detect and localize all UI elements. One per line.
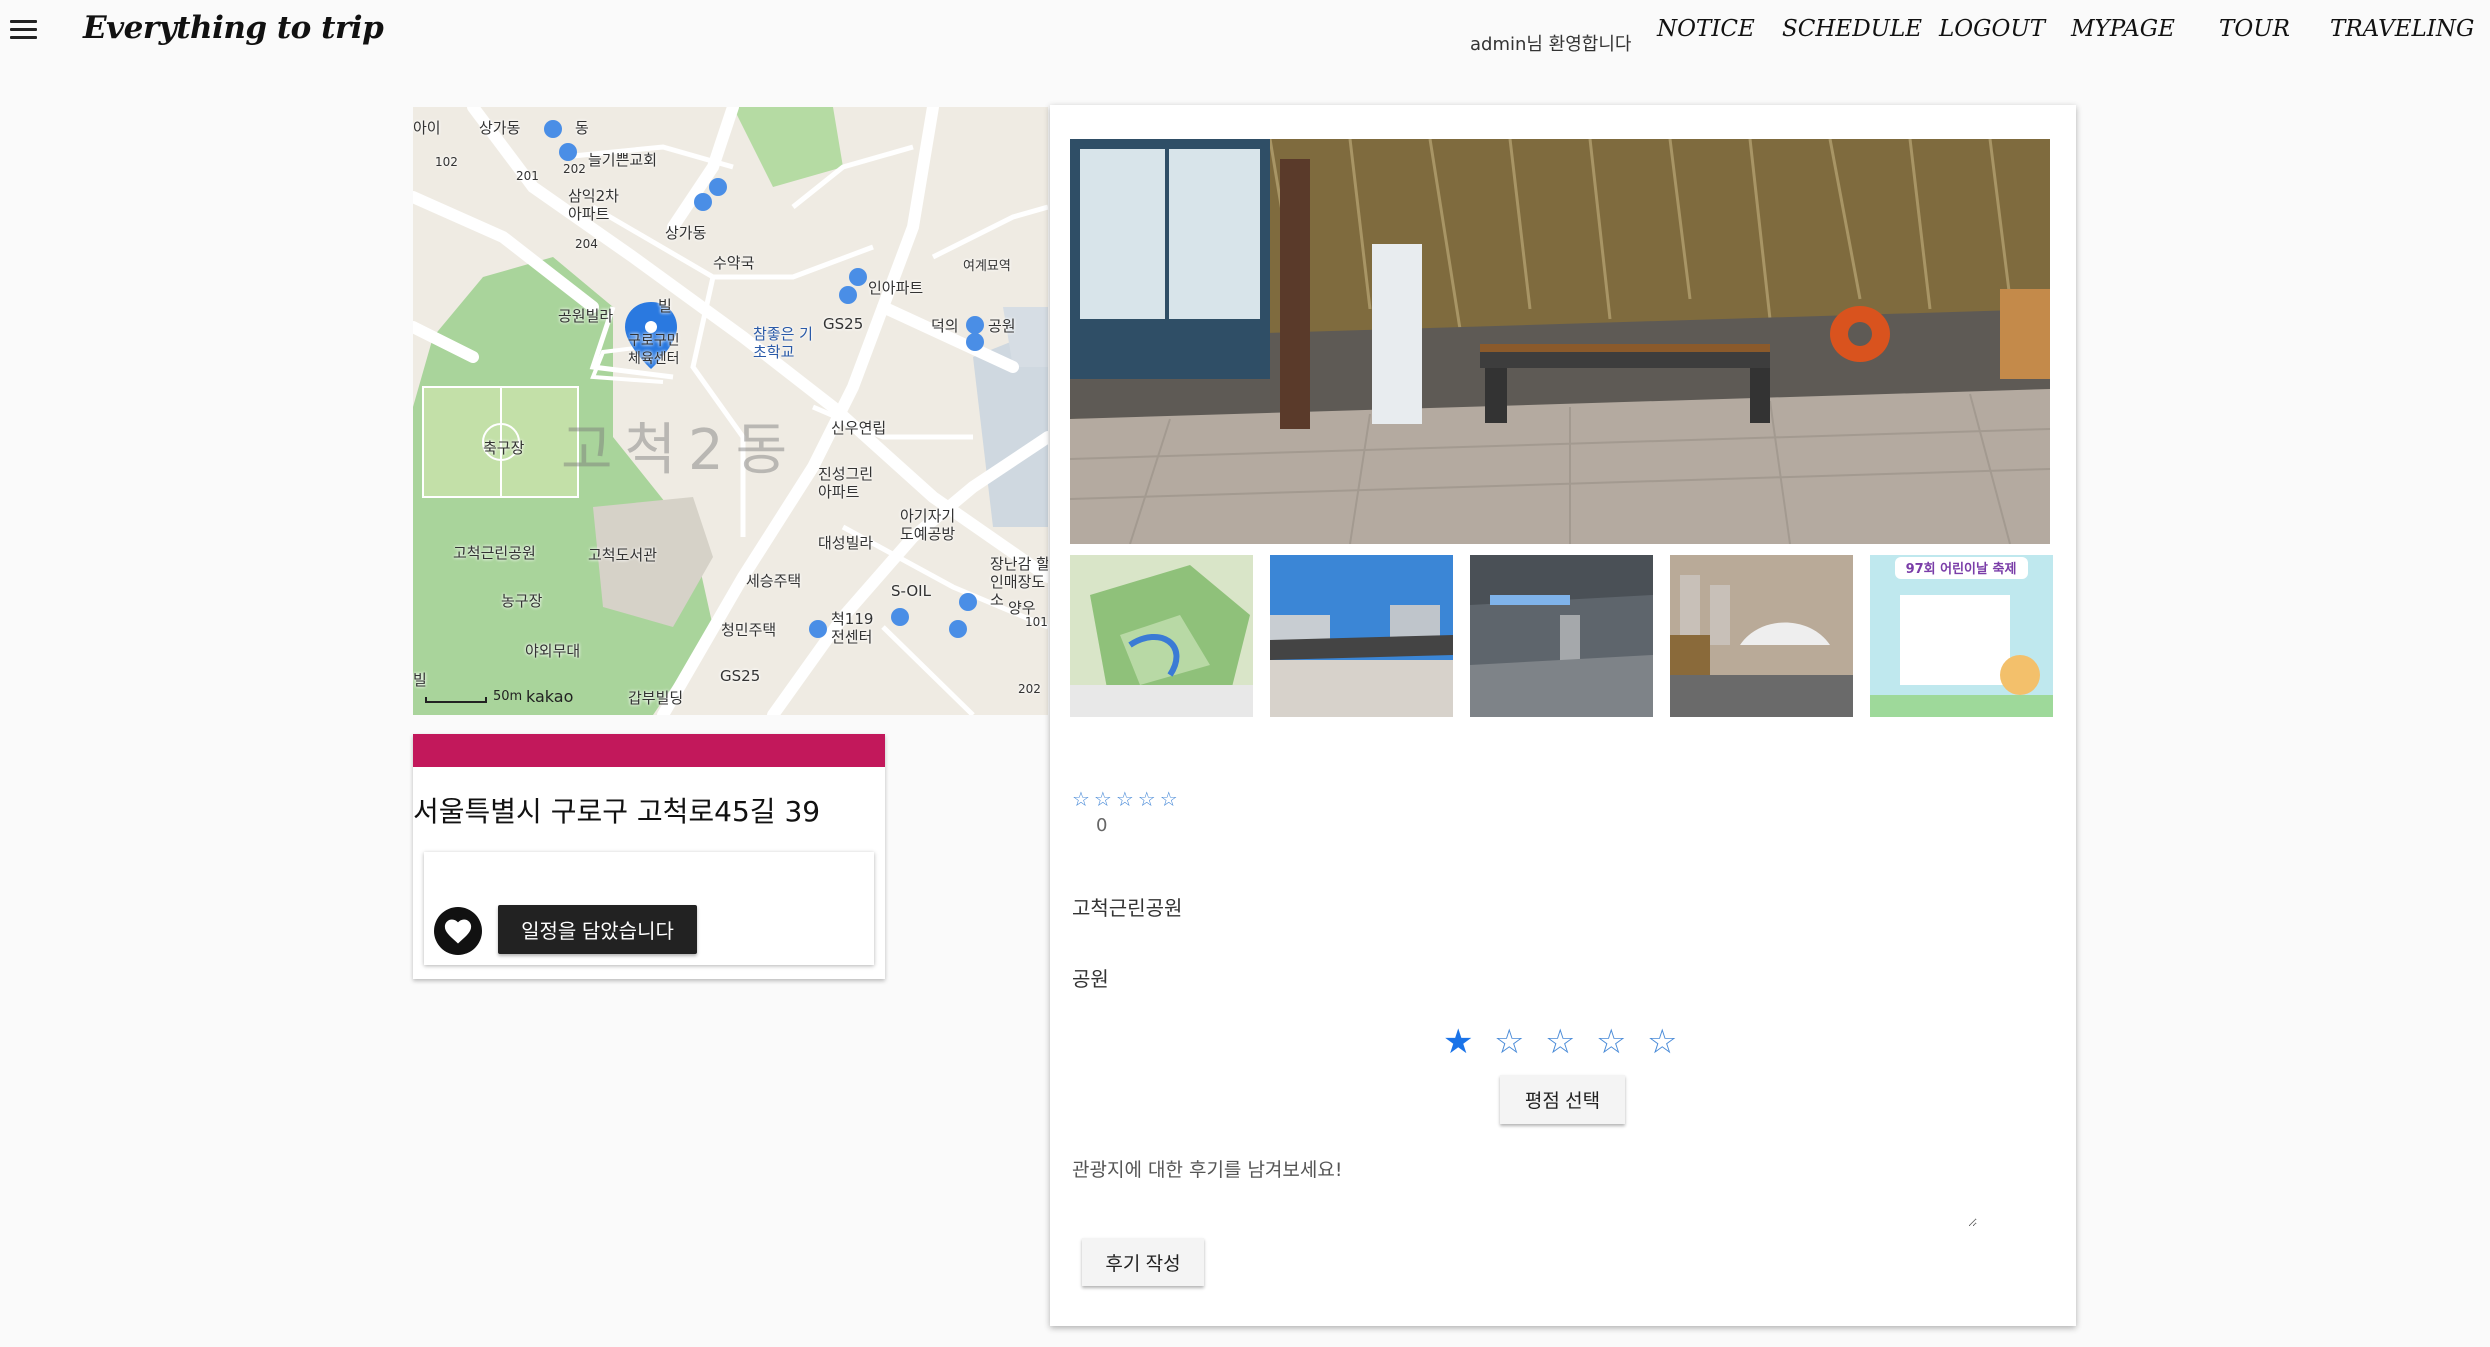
map-label: GS25 xyxy=(720,667,761,685)
photo-thumbnail[interactable] xyxy=(1270,555,1453,717)
nav-tour[interactable]: TOUR xyxy=(2219,16,2290,42)
map-label: 여계묘역 xyxy=(963,259,1011,274)
thumbnail-poster-text: 97회 어린이날 축제 xyxy=(1906,561,2017,577)
hamburger-menu-icon[interactable] xyxy=(10,20,37,40)
place-category: 공원 xyxy=(1072,967,1109,991)
nav-traveling[interactable]: TRAVELING xyxy=(2330,16,2474,42)
top-navbar: Everything to trip admin님 환영합니다 NOTICE S… xyxy=(0,0,2490,64)
map-district: 고척2동 xyxy=(561,418,800,483)
map-label: 고척도서관 xyxy=(588,546,658,564)
average-rating-stars: ☆☆☆☆☆ xyxy=(1072,787,1182,811)
rate-star-5[interactable]: ☆ xyxy=(1647,1022,1677,1062)
photo-thumbnail[interactable] xyxy=(1070,555,1253,717)
nav-schedule[interactable]: SCHEDULE xyxy=(1782,16,1922,42)
map-label: 구로구민 체육센터 xyxy=(628,333,680,367)
nav-logout[interactable]: LOGOUT xyxy=(1939,16,2045,42)
map-label: 축구장 xyxy=(483,439,525,457)
location-address: 서울특별시 구로구 고척로45길 39 xyxy=(413,795,821,828)
map-label: 대성빌라 xyxy=(818,534,874,552)
add-schedule-button[interactable]: 일정을 담았습니다 xyxy=(498,905,697,954)
brand-logo[interactable]: Everything to trip xyxy=(83,10,384,46)
rate-star-4[interactable]: ☆ xyxy=(1596,1022,1626,1062)
map-label: 202 xyxy=(563,162,586,176)
map-label: 102 xyxy=(435,155,458,169)
map-label: 공원 xyxy=(988,317,1016,335)
map-label: 빌 xyxy=(658,297,672,315)
rate-star-2[interactable]: ☆ xyxy=(1494,1022,1524,1062)
photo-thumbnail[interactable]: 97회 어린이날 축제 xyxy=(1870,555,2053,717)
map-label: 참좋은 기초학교 xyxy=(753,325,813,361)
submit-rating-button[interactable]: 평점 선택 xyxy=(1500,1075,1625,1124)
map-label: 갑부빌딩 xyxy=(628,689,684,707)
map-label: 삼익2차 아파트 xyxy=(568,187,619,223)
rating-count: 0 xyxy=(1096,815,1108,836)
map-label: 신우연립 xyxy=(831,419,887,437)
map-label: 아기자기 도예공방 xyxy=(900,507,956,543)
review-input[interactable] xyxy=(1072,1155,1977,1227)
map-label: 상가동 xyxy=(665,224,707,242)
heart-icon[interactable] xyxy=(434,907,482,955)
place-detail-card: 97회 어린이날 축제 ☆☆☆☆☆ 0 고척근린공원 공원 ★ ☆ ☆ ☆ ☆ … xyxy=(1050,105,2076,1326)
nav-mypage[interactable]: MYPAGE xyxy=(2071,16,2175,42)
map-label: 빌 xyxy=(413,671,427,689)
map-provider-logo: kakao xyxy=(526,687,574,706)
map-label: 동 xyxy=(575,119,589,137)
map-label: 진성그린 아파트 xyxy=(818,465,874,501)
photo-thumbnail[interactable] xyxy=(1470,555,1653,717)
map-label: 야외무대 xyxy=(525,642,581,660)
map-label: 농구장 xyxy=(501,592,543,610)
photo-thumbnail[interactable] xyxy=(1670,555,1853,717)
main-photo xyxy=(1070,139,2050,544)
nav-notice[interactable]: NOTICE xyxy=(1657,16,1755,42)
map-label: S-OIL xyxy=(891,582,931,600)
map-scale-bar xyxy=(425,697,487,703)
welcome-text: admin님 환영합니다 xyxy=(1470,34,1632,55)
map-label: 수약국 xyxy=(713,254,755,272)
map-label: 인아파트 xyxy=(868,279,924,297)
map-label: 202 xyxy=(1018,682,1041,696)
map-label: 상가동 xyxy=(479,119,521,137)
map-label: 늘기쁜교회 xyxy=(588,151,658,169)
kakao-map[interactable]: 아이 상가동 동 102 201 202 늘기쁜교회 삼익2차 아파트 204 … xyxy=(413,107,1048,715)
map-label: GS25 xyxy=(823,315,864,333)
location-card-header xyxy=(413,734,885,767)
write-review-button[interactable]: 후기 작성 xyxy=(1082,1238,1204,1286)
map-label: 척119 전센터 xyxy=(831,610,874,646)
map-label: 201 xyxy=(516,169,539,183)
map-label: 청민주택 xyxy=(721,621,777,639)
map-label: 아이 xyxy=(413,119,441,137)
map-label: 세승주택 xyxy=(746,572,802,590)
map-label: 204 xyxy=(575,237,598,251)
location-card: 서울특별시 구로구 고척로45길 39 일정을 담았습니다 xyxy=(413,734,885,979)
rate-star-3[interactable]: ☆ xyxy=(1545,1022,1575,1062)
map-label: 101 xyxy=(1025,615,1048,629)
schedule-card: 일정을 담았습니다 xyxy=(424,852,874,965)
map-label: 고척근린공원 xyxy=(453,544,536,562)
map-label: 덕의 xyxy=(931,317,959,335)
map-label: 공원빌라 xyxy=(558,307,614,325)
place-name: 고척근린공원 xyxy=(1072,896,1183,920)
map-scale-label: 50m xyxy=(493,689,523,704)
rate-star-1[interactable]: ★ xyxy=(1443,1022,1473,1062)
